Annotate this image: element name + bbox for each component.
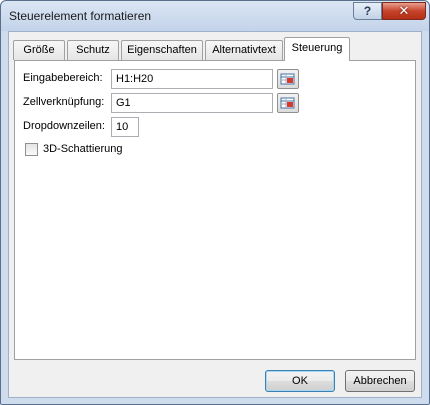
dialog-client-area: Größe Schutz Eigenschaften Alternativtex…: [8, 31, 422, 398]
tab-eigenschaften[interactable]: Eigenschaften: [121, 40, 203, 60]
tab-strip: Größe Schutz Eigenschaften Alternativtex…: [9, 32, 423, 62]
cancel-button[interactable]: Abbrechen: [345, 370, 415, 392]
shading-checkbox[interactable]: [25, 143, 38, 156]
tab-alternativtext[interactable]: Alternativtext: [205, 40, 283, 60]
input-range-label: Eingabebereich:: [23, 72, 103, 84]
close-icon: ✕: [398, 3, 410, 18]
cell-link-field[interactable]: G1: [111, 93, 273, 113]
tab-panel-steuerung: Eingabebereich: H1:H20 Zellverknüpfung: …: [14, 60, 416, 360]
help-button[interactable]: ?: [353, 2, 382, 20]
dialog-window: Steuerelement formatieren ? ✕ Größe Schu…: [0, 0, 430, 405]
cell-link-label: Zellverknüpfung:: [23, 96, 105, 108]
dropdown-lines-field[interactable]: 10: [111, 117, 139, 137]
window-title: Steuerelement formatieren: [9, 9, 152, 23]
input-range-field[interactable]: H1:H20: [111, 69, 273, 89]
dropdown-lines-label: Dropdownzeilen:: [23, 120, 105, 132]
input-range-ref-button[interactable]: [277, 69, 299, 89]
help-icon: ?: [363, 4, 372, 18]
close-button[interactable]: ✕: [382, 2, 426, 20]
tab-groesse[interactable]: Größe: [13, 40, 65, 60]
shading-label[interactable]: 3D-Schattierung: [43, 143, 123, 155]
tab-schutz[interactable]: Schutz: [67, 40, 119, 60]
cell-link-ref-button[interactable]: [277, 93, 299, 113]
title-bar[interactable]: Steuerelement formatieren ? ✕: [1, 1, 429, 31]
ok-button[interactable]: OK: [265, 370, 335, 392]
tab-steuerung[interactable]: Steuerung: [284, 37, 350, 61]
range-selector-icon: [280, 97, 295, 109]
range-selector-icon: [280, 73, 295, 85]
